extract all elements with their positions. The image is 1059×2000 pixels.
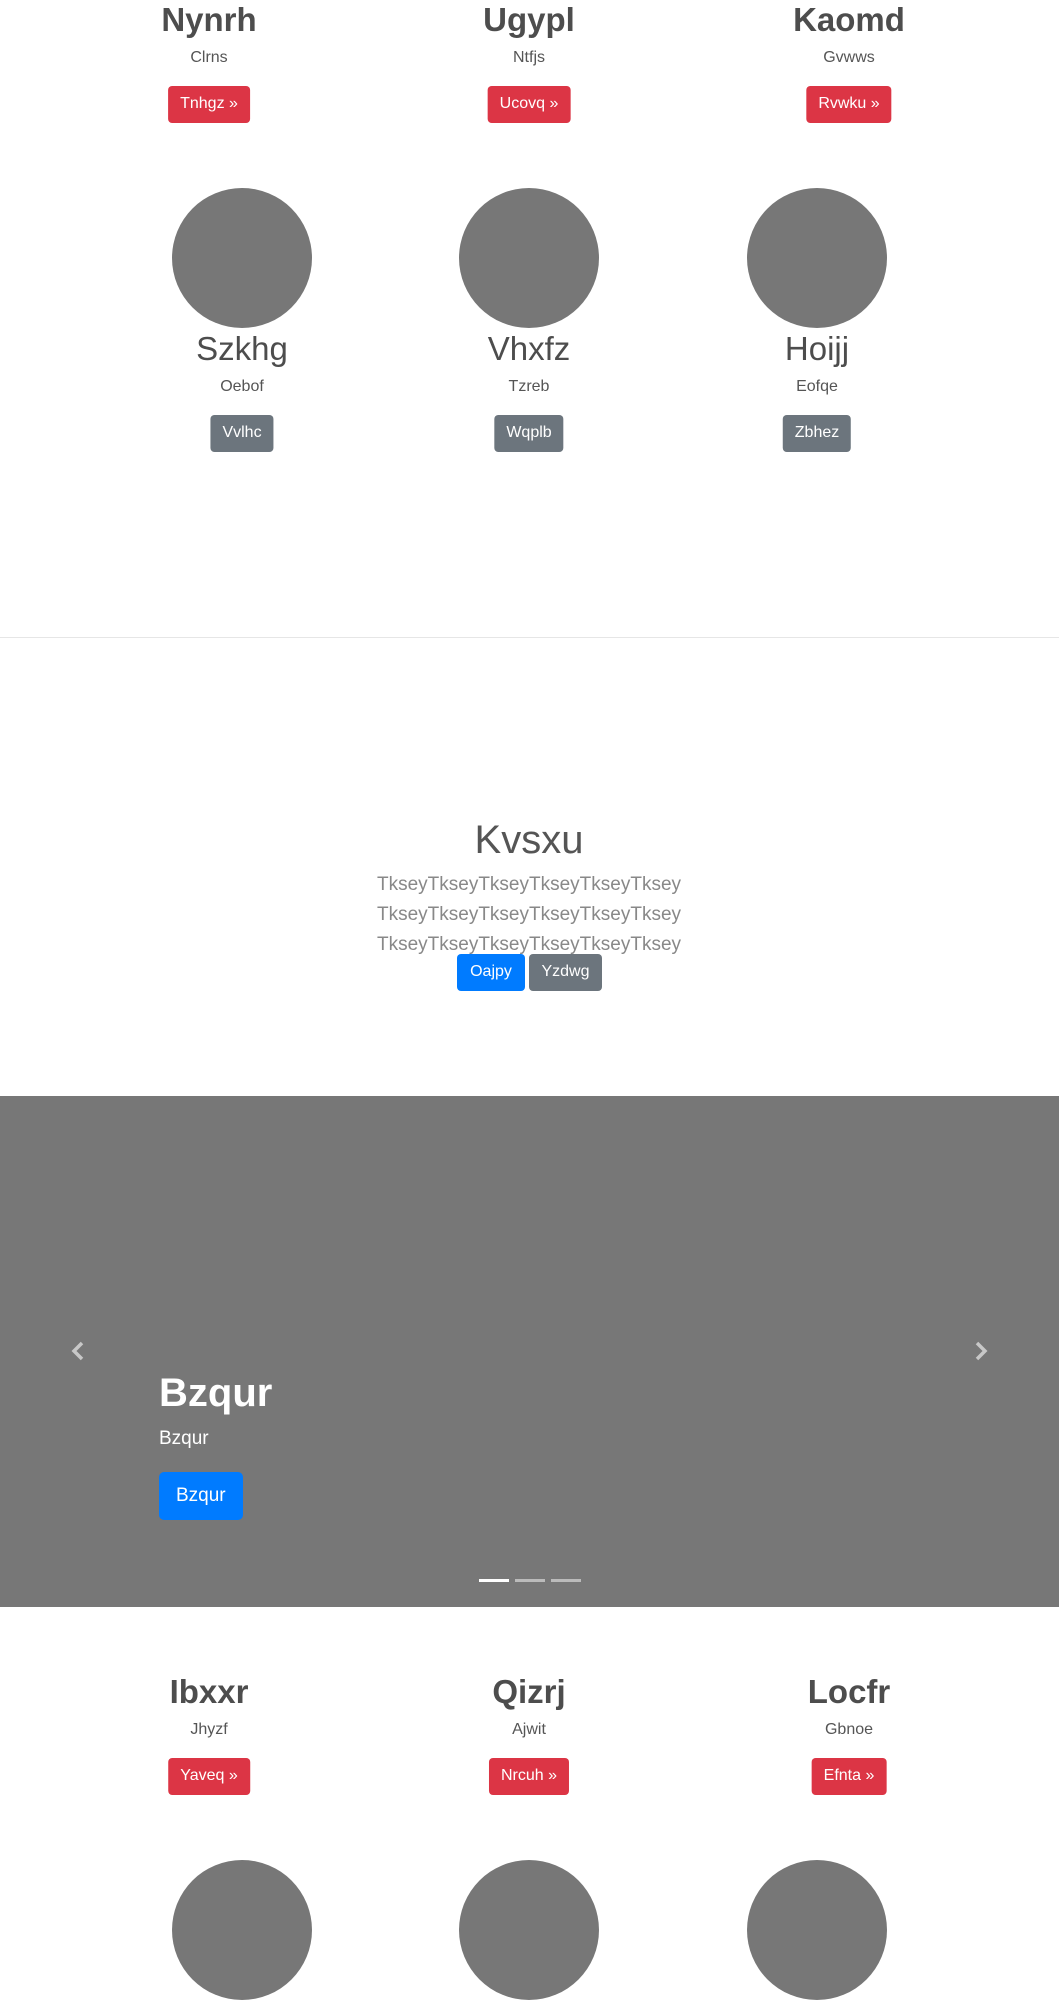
profile-name: Vhxfz: [487, 330, 571, 367]
feature-title: Nynrh: [161, 1, 257, 38]
avatar: [172, 188, 312, 328]
feature-title: Ugypl: [483, 1, 575, 38]
chevron-left-icon: [71, 1341, 84, 1361]
feature-button[interactable]: Ucovq »: [487, 86, 571, 123]
profile-button[interactable]: Vvlhc: [210, 415, 274, 452]
profile-role: Tzreb: [508, 378, 550, 395]
feature-subtitle: Gbnoe: [824, 1721, 874, 1738]
hero-title: Kvsxu: [474, 818, 584, 862]
feature-button[interactable]: Yaveq »: [168, 1758, 250, 1795]
feature-title: Ibxxr: [169, 1673, 249, 1710]
carousel-indicator[interactable]: [551, 1579, 581, 1582]
carousel-caption-title: Bzqur: [159, 1371, 273, 1415]
avatar: [459, 188, 599, 328]
feature-title: Qizrj: [492, 1673, 566, 1710]
carousel: Bzqur Bzqur Bzqur: [0, 1096, 1059, 1607]
feature-subtitle: Jhyzf: [190, 1721, 228, 1738]
feature-subtitle: Ntfjs: [513, 49, 545, 66]
feature-subtitle: Ajwit: [512, 1721, 546, 1738]
feature-button[interactable]: Rvwku »: [806, 86, 892, 123]
profile-role: Oebof: [220, 378, 264, 395]
carousel-next-button[interactable]: [969, 1340, 991, 1362]
feature-button[interactable]: Tnhgz »: [168, 86, 250, 123]
profile-name: Hoijj: [784, 330, 850, 367]
carousel-caption-button[interactable]: Bzqur: [159, 1472, 243, 1520]
avatar: [747, 188, 887, 328]
feature-subtitle: Clrns: [190, 49, 228, 66]
carousel-prev-button[interactable]: [68, 1340, 90, 1362]
avatar: [172, 1860, 312, 2000]
section-divider: [0, 637, 1059, 638]
hero-primary-button[interactable]: Oajpy: [457, 954, 525, 991]
hero-text: TkseyTkseyTkseyTkseyTkseyTksey TkseyTkse…: [376, 874, 682, 955]
avatar: [459, 1860, 599, 2000]
feature-button[interactable]: Efnta »: [811, 1758, 887, 1795]
profile-button[interactable]: Wqplb: [494, 415, 564, 452]
profile-button[interactable]: Zbhez: [782, 415, 852, 452]
feature-subtitle: Gvwws: [823, 49, 875, 66]
carousel-indicator[interactable]: [515, 1579, 545, 1582]
hero-secondary-button[interactable]: Yzdwg: [529, 954, 602, 991]
feature-button[interactable]: Nrcuh »: [488, 1758, 570, 1795]
chevron-right-icon: [975, 1341, 988, 1361]
carousel-indicator[interactable]: [479, 1579, 509, 1582]
carousel-caption-text: Bzqur: [159, 1428, 209, 1449]
feature-title: Kaomd: [793, 1, 905, 38]
profile-role: Eofqe: [796, 378, 838, 395]
avatar: [747, 1860, 887, 2000]
profile-name: Szkhg: [196, 330, 288, 367]
feature-title: Locfr: [807, 1673, 891, 1710]
